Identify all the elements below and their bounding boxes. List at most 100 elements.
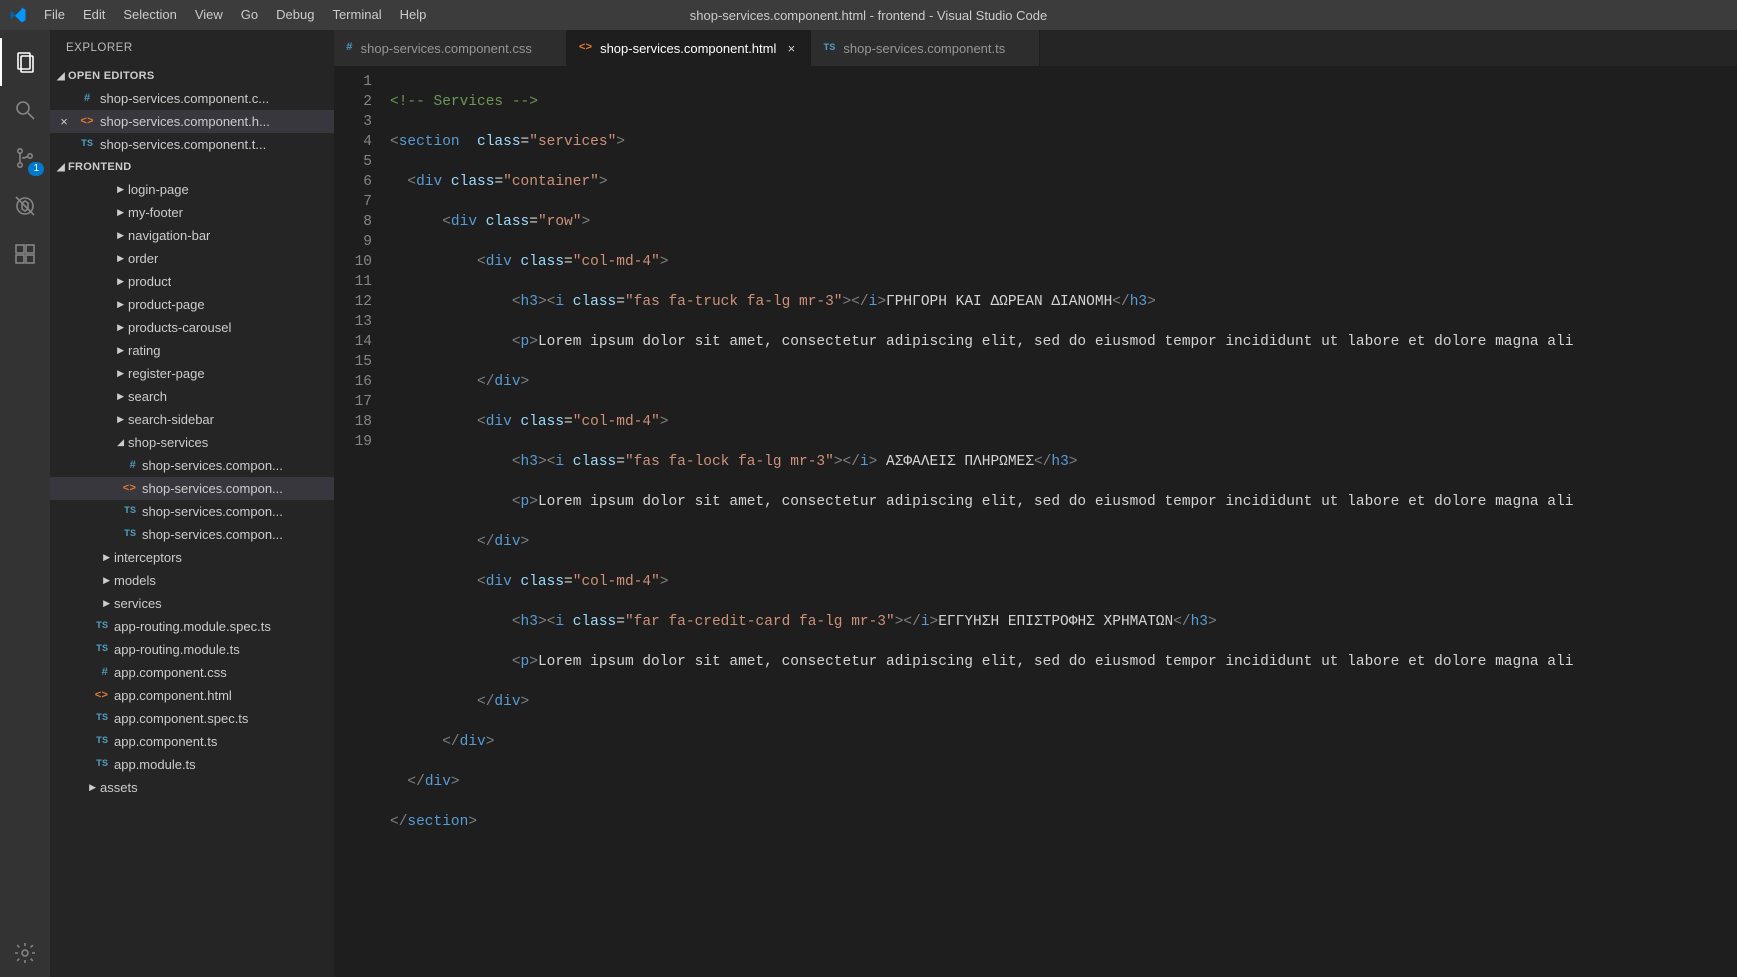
tab-label: shop-services.component.css <box>361 41 532 56</box>
line-number: 12 <box>334 292 372 312</box>
tree-file[interactable]: <>app.component.html <box>50 684 334 707</box>
open-editor-item[interactable]: TS shop-services.component.t... <box>50 133 334 156</box>
line-number: 2 <box>334 92 372 112</box>
open-editor-item[interactable]: × <> shop-services.component.h... <box>50 110 334 133</box>
editor-tab[interactable]: # shop-services.component.css × <box>334 30 567 66</box>
activity-bar: 1 <box>0 30 50 977</box>
tree-file[interactable]: TSshop-services.compon... <box>50 523 334 546</box>
tree-item-label: app.component.css <box>114 665 227 680</box>
tree-item-label: app.module.ts <box>114 757 196 772</box>
tree-folder[interactable]: ▶ my-footer <box>50 201 334 224</box>
open-editors-label: OPEN EDITORS <box>68 70 155 82</box>
workspace-header[interactable]: ◢ FRONTEND <box>50 156 334 178</box>
tree-file[interactable]: # shop-services.compon... <box>50 454 334 477</box>
close-icon[interactable]: × <box>784 41 798 56</box>
tree-item-label: product-page <box>128 297 205 312</box>
tree-folder[interactable]: ▶login-page <box>50 178 334 201</box>
menu-edit[interactable]: Edit <box>74 0 114 30</box>
chevron-right-icon[interactable]: ▶ <box>117 184 124 195</box>
tree-folder[interactable]: ▶product <box>50 270 334 293</box>
close-icon[interactable]: × <box>50 114 78 129</box>
chevron-right-icon[interactable]: ▶ <box>117 207 124 218</box>
css-file-icon: # <box>346 42 353 54</box>
close-icon[interactable]: × <box>540 41 554 56</box>
menu-terminal[interactable]: Terminal <box>323 0 390 30</box>
tree-file[interactable]: <>shop-services.compon... <box>50 477 334 500</box>
ts-file-icon: TS <box>81 139 93 150</box>
open-editors-header[interactable]: ◢ OPEN EDITORS <box>50 65 334 87</box>
html-file-icon: <> <box>80 116 93 128</box>
tree-folder[interactable]: ▶order <box>50 247 334 270</box>
chevron-right-icon[interactable]: ▶ <box>117 253 124 264</box>
menu-file[interactable]: File <box>35 0 74 30</box>
tree-item-label: shop-services.compon... <box>142 458 283 473</box>
chevron-right-icon[interactable]: ▶ <box>117 299 124 310</box>
tree-folder[interactable]: ▶rating <box>50 339 334 362</box>
tree-folder[interactable]: ▶search <box>50 385 334 408</box>
search-icon[interactable] <box>0 86 50 134</box>
tree-file[interactable]: TSapp.component.spec.ts <box>50 707 334 730</box>
ts-file-icon: TS <box>124 506 136 517</box>
tab-label: shop-services.component.ts <box>843 41 1005 56</box>
chevron-right-icon[interactable]: ▶ <box>89 782 96 793</box>
tree-item-label: navigation-bar <box>128 228 210 243</box>
tree-folder[interactable]: ▶ product-page <box>50 293 334 316</box>
line-number: 7 <box>334 192 372 212</box>
tree-folder[interactable]: ◢ shop-services <box>50 431 334 454</box>
chevron-right-icon[interactable]: ▶ <box>117 345 124 356</box>
tree-folder[interactable]: ▶services <box>50 592 334 615</box>
line-number: 17 <box>334 392 372 412</box>
explorer-icon[interactable] <box>0 38 50 86</box>
tree-file[interactable]: TSapp.module.ts <box>50 753 334 776</box>
menu-help[interactable]: Help <box>391 0 436 30</box>
tree-folder[interactable]: ▶models <box>50 569 334 592</box>
tree-item-label: shop-services <box>128 435 208 450</box>
chevron-down-icon[interactable]: ◢ <box>117 437 124 448</box>
tree-file[interactable]: TSapp-routing.module.spec.ts <box>50 615 334 638</box>
close-icon[interactable]: × <box>1013 41 1027 56</box>
chevron-right-icon[interactable]: ▶ <box>103 552 110 563</box>
debug-icon[interactable] <box>0 182 50 230</box>
tree-folder[interactable]: ▶search-sidebar <box>50 408 334 431</box>
settings-gear-icon[interactable] <box>0 929 50 977</box>
source-control-icon[interactable]: 1 <box>0 134 50 182</box>
workspace-label: FRONTEND <box>68 161 132 173</box>
tree-file[interactable]: TSshop-services.compon... <box>50 500 334 523</box>
ts-file-icon: TS <box>96 621 108 632</box>
editor-tab[interactable]: <> shop-services.component.html × <box>567 30 812 66</box>
extensions-icon[interactable] <box>0 230 50 278</box>
line-number: 15 <box>334 352 372 372</box>
tree-folder[interactable]: ▶ products-carousel <box>50 316 334 339</box>
tree-folder[interactable]: ▶register-page <box>50 362 334 385</box>
line-number: 16 <box>334 372 372 392</box>
menu-go[interactable]: Go <box>232 0 267 30</box>
tree-item-label: products-carousel <box>128 320 231 335</box>
tree-folder[interactable]: ▶assets <box>50 776 334 799</box>
tree-folder[interactable]: ▶ navigation-bar <box>50 224 334 247</box>
line-number: 19 <box>334 432 372 452</box>
chevron-right-icon[interactable]: ▶ <box>117 322 124 333</box>
chevron-right-icon[interactable]: ▶ <box>117 414 124 425</box>
chevron-right-icon[interactable]: ▶ <box>117 276 124 287</box>
menu-selection[interactable]: Selection <box>114 0 185 30</box>
code-editor[interactable]: 12345678910111213141516171819 <!-- Servi… <box>334 66 1737 977</box>
css-file-icon: # <box>101 667 108 679</box>
chevron-right-icon[interactable]: ▶ <box>103 598 110 609</box>
chevron-right-icon[interactable]: ▶ <box>117 391 124 402</box>
chevron-right-icon[interactable]: ▶ <box>117 230 124 241</box>
open-editor-item[interactable]: # shop-services.component.c... <box>50 87 334 110</box>
tree-folder[interactable]: ▶interceptors <box>50 546 334 569</box>
menu-debug[interactable]: Debug <box>267 0 323 30</box>
code-content[interactable]: <!-- Services --> <section class="servic… <box>390 66 1573 977</box>
editor-tab[interactable]: TS shop-services.component.ts × <box>811 30 1040 66</box>
tree-file[interactable]: # app.component.css <box>50 661 334 684</box>
menu-view[interactable]: View <box>186 0 232 30</box>
open-editor-label: shop-services.component.t... <box>100 137 266 152</box>
chevron-right-icon[interactable]: ▶ <box>117 368 124 379</box>
tree-file[interactable]: TSapp-routing.module.ts <box>50 638 334 661</box>
css-file-icon: # <box>129 460 136 472</box>
chevron-right-icon[interactable]: ▶ <box>103 575 110 586</box>
css-file-icon: # <box>84 93 91 105</box>
tree-file[interactable]: TSapp.component.ts <box>50 730 334 753</box>
tree-item-label: my-footer <box>128 205 183 220</box>
